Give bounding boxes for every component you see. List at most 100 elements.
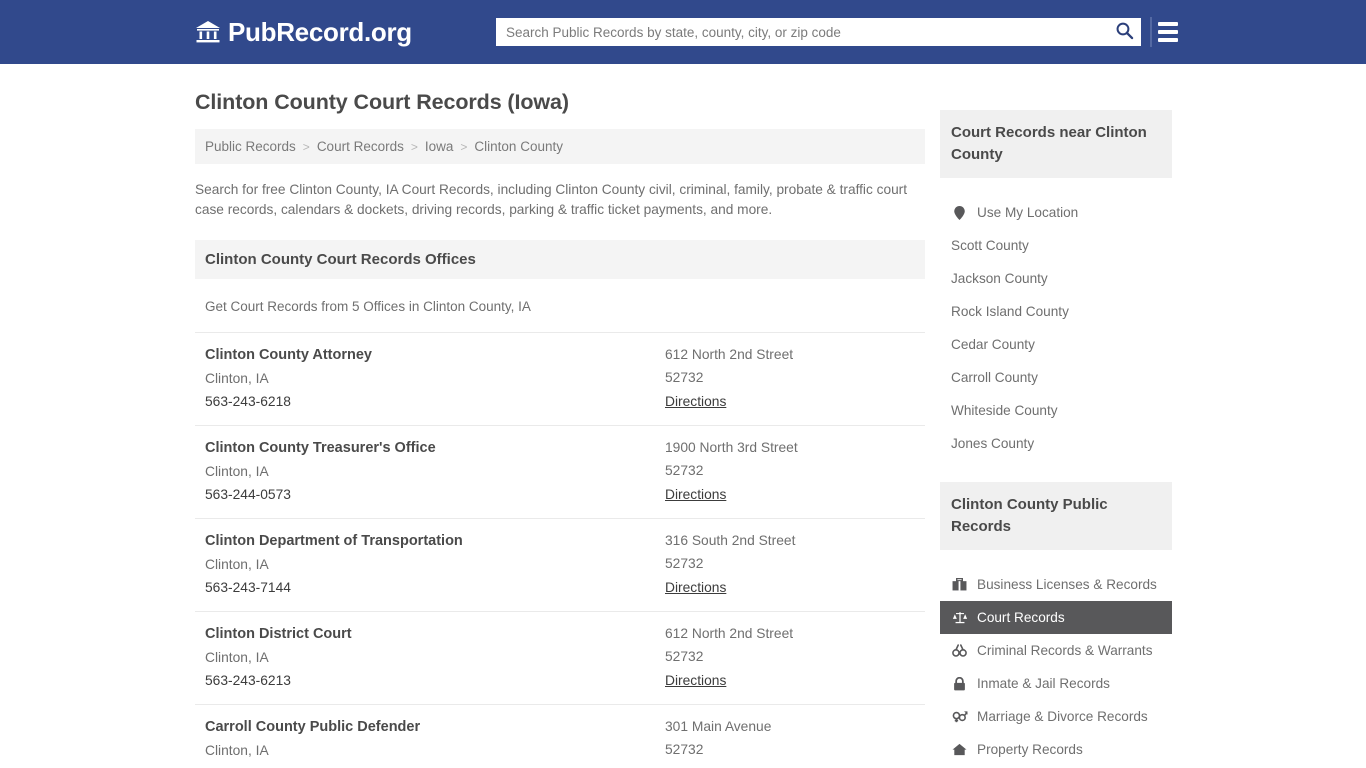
handcuffs-icon [951,643,968,658]
office-street: 316 South 2nd Street [665,533,925,548]
offices-section-subheading: Get Court Records from 5 Offices in Clin… [205,299,925,314]
public-records-panel-heading: Clinton County Public Records [940,482,1172,550]
office-row: Clinton District Court Clinton, IA 563-2… [195,611,925,704]
office-name: Clinton District Court [205,626,665,642]
sidebar-item-business-licenses[interactable]: Business Licenses & Records [940,568,1172,601]
hamburger-menu-icon[interactable] [1150,17,1178,47]
office-name: Clinton Department of Transportation [205,533,665,549]
sidebar-item-label: Criminal Records & Warrants [977,643,1153,658]
office-city-state: Clinton, IA [205,371,665,386]
office-phone[interactable]: 563-244-0573 [205,487,665,502]
office-street: 301 Main Avenue [665,719,925,734]
home-icon [951,742,968,757]
breadcrumb-item-public-records[interactable]: Public Records [205,139,296,154]
sidebar-item-label: Inmate & Jail Records [977,676,1110,691]
sidebar-item-jackson-county[interactable]: Jackson County [940,262,1172,295]
office-row: Clinton County Attorney Clinton, IA 563-… [195,332,925,425]
search-icon [1115,21,1134,43]
sidebar-item-label: Cedar County [951,337,1035,352]
sidebar-item-use-my-location[interactable]: Use My Location [940,196,1172,229]
public-records-panel: Clinton County Public Records Business L… [940,482,1172,766]
office-name: Clinton County Treasurer's Office [205,440,665,456]
page-body: Clinton County Court Records (Iowa) Publ… [0,64,1366,768]
office-address: 316 South 2nd Street 52732 Directions [665,533,925,597]
directions-link[interactable]: Directions [665,487,726,502]
sidebar-item-label: Court Records [977,610,1065,625]
search-input[interactable] [496,18,1107,46]
breadcrumb-item-court-records[interactable]: Court Records [317,139,404,154]
office-row: Clinton Department of Transportation Cli… [195,518,925,611]
logo-text: PubRecord.org [228,19,412,45]
directions-link[interactable]: Directions [665,673,726,688]
directions-link[interactable]: Directions [665,580,726,595]
sidebar-item-carroll-county[interactable]: Carroll County [940,361,1172,394]
office-phone[interactable]: 563-243-7144 [205,580,665,595]
sidebar-item-property-records[interactable]: Property Records [940,733,1172,766]
search-button[interactable] [1107,18,1141,46]
office-address: 612 North 2nd Street 52732 Directions [665,347,925,411]
office-address: 1900 North 3rd Street 52732 Directions [665,440,925,504]
sidebar: Court Records near Clinton County Use My… [940,64,1172,766]
office-name: Carroll County Public Defender [205,719,665,735]
sidebar-item-label: Rock Island County [951,304,1069,319]
breadcrumb: Public Records > Court Records > Iowa > … [195,129,925,164]
office-zip: 52732 [665,556,925,571]
sidebar-item-label: Whiteside County [951,403,1058,418]
sidebar-item-marriage-divorce-records[interactable]: Marriage & Divorce Records [940,700,1172,733]
sidebar-item-label: Scott County [951,238,1029,253]
sidebar-item-label: Jackson County [951,271,1048,286]
sidebar-item-label: Property Records [977,742,1083,757]
sidebar-item-label: Jones County [951,436,1034,451]
sidebar-item-rock-island-county[interactable]: Rock Island County [940,295,1172,328]
office-city-state: Clinton, IA [205,464,665,479]
breadcrumb-separator: > [303,140,310,154]
breadcrumb-item-clinton-county[interactable]: Clinton County [474,139,563,154]
site-logo[interactable]: PubRecord.org [195,19,412,45]
office-phone[interactable]: 563-243-6213 [205,673,665,688]
nearby-court-records-panel: Court Records near Clinton County Use My… [940,110,1172,460]
page-title: Clinton County Court Records (Iowa) [195,90,925,115]
sidebar-item-court-records[interactable]: Court Records [940,601,1172,634]
office-name: Clinton County Attorney [205,347,665,363]
sidebar-item-inmate-jail-records[interactable]: Inmate & Jail Records [940,667,1172,700]
nearby-county-list: Use My Location Scott County Jackson Cou… [940,196,1172,460]
sidebar-item-label: Use My Location [977,205,1078,220]
sidebar-item-label: Carroll County [951,370,1038,385]
directions-link[interactable]: Directions [665,394,726,409]
offices-section-heading: Clinton County Court Records Offices [195,240,925,279]
page-intro-text: Search for free Clinton County, IA Court… [195,180,925,220]
venus-mars-icon [951,709,968,724]
map-pin-icon [951,205,968,220]
sidebar-item-scott-county[interactable]: Scott County [940,229,1172,262]
sidebar-item-criminal-records[interactable]: Criminal Records & Warrants [940,634,1172,667]
office-city-state: Clinton, IA [205,743,665,758]
breadcrumb-item-iowa[interactable]: Iowa [425,139,454,154]
sidebar-item-cedar-county[interactable]: Cedar County [940,328,1172,361]
sidebar-item-whiteside-county[interactable]: Whiteside County [940,394,1172,427]
office-info: Clinton County Treasurer's Office Clinto… [205,440,665,504]
office-info: Clinton Department of Transportation Cli… [205,533,665,597]
office-info: Clinton County Attorney Clinton, IA 563-… [205,347,665,411]
office-row: Carroll County Public Defender Clinton, … [195,704,925,768]
bank-building-icon [195,20,221,44]
sidebar-item-label: Marriage & Divorce Records [977,709,1148,724]
office-city-state: Clinton, IA [205,557,665,572]
office-address: 301 Main Avenue 52732 Directions [665,719,925,768]
site-header: PubRecord.org [0,0,1366,64]
search-bar [496,18,1141,46]
office-info: Carroll County Public Defender Clinton, … [205,719,665,768]
office-street: 612 North 2nd Street [665,626,925,641]
sidebar-item-jones-county[interactable]: Jones County [940,427,1172,460]
nearby-panel-heading: Court Records near Clinton County [940,110,1172,178]
public-records-list: Business Licenses & Records Court Record… [940,568,1172,766]
office-info: Clinton District Court Clinton, IA 563-2… [205,626,665,690]
main-content: Clinton County Court Records (Iowa) Publ… [195,64,925,768]
breadcrumb-separator: > [411,140,418,154]
office-street: 612 North 2nd Street [665,347,925,362]
office-phone[interactable]: 563-243-6218 [205,394,665,409]
breadcrumb-separator: > [460,140,467,154]
office-zip: 52732 [665,742,925,757]
office-city-state: Clinton, IA [205,650,665,665]
scales-of-justice-icon [951,610,968,625]
office-street: 1900 North 3rd Street [665,440,925,455]
